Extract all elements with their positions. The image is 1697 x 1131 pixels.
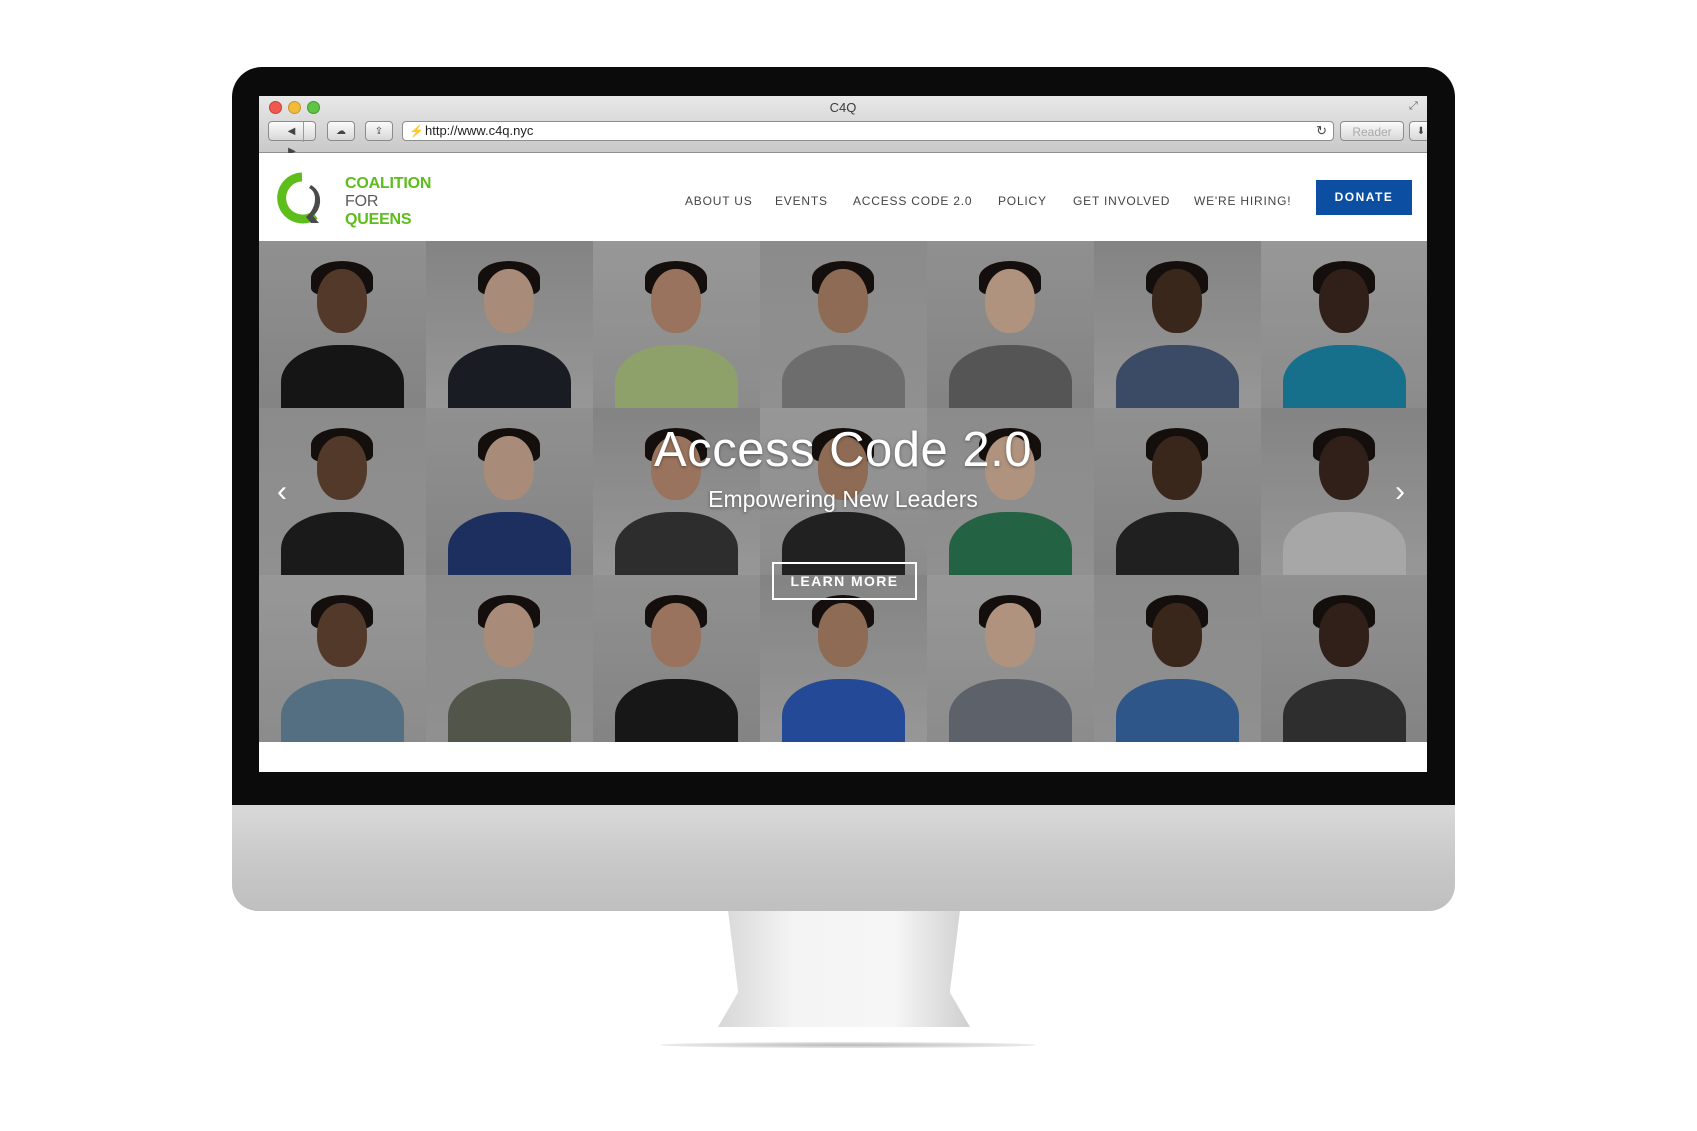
reader-button[interactable]: Reader <box>1340 121 1404 141</box>
monitor-mockup: C4Q ⤢ ◀▶ ☁ ⇪ ⚡ http://www.c4q.nyc ↻ Read… <box>0 0 1697 1131</box>
site-header: COALITION FOR QUEENS ABOUT US EVENTS ACC… <box>259 153 1427 241</box>
nav-hiring[interactable]: WE'RE HIRING! <box>1194 194 1291 208</box>
chevron-right-icon[interactable]: › <box>1395 477 1405 507</box>
reload-icon[interactable]: ↻ <box>1316 122 1327 140</box>
nav-about-us[interactable]: ABOUT US <box>685 194 753 208</box>
back-forward-buttons[interactable]: ◀▶ <box>268 121 316 157</box>
stand-shadow <box>660 1042 1036 1048</box>
nav-get-involved[interactable]: GET INVOLVED <box>1073 194 1170 208</box>
window-title: C4Q <box>829 100 857 115</box>
downloads-button[interactable]: ⬇ <box>1409 121 1427 141</box>
download-icon: ⬇ <box>1416 126 1426 137</box>
nav-policy[interactable]: POLICY <box>998 194 1047 208</box>
icloud-tabs-button[interactable]: ☁ <box>327 121 355 141</box>
donate-button[interactable]: DONATE <box>1316 180 1412 215</box>
nav-events[interactable]: EVENTS <box>775 194 828 208</box>
logo-line-3: QUEENS <box>345 211 412 228</box>
nav-access-code[interactable]: ACCESS CODE 2.0 <box>853 194 972 208</box>
cloud-icon: ☁ <box>336 126 346 137</box>
monitor-chin <box>232 805 1455 911</box>
logo-line-1: COALITION <box>345 175 432 192</box>
back-icon[interactable]: ◀ <box>280 122 304 142</box>
logo-line-2: FOR <box>345 193 379 210</box>
share-icon: ⇪ <box>374 126 384 137</box>
browser-window: C4Q ⤢ ◀▶ ☁ ⇪ ⚡ http://www.c4q.nyc ↻ Read… <box>259 96 1427 772</box>
browser-toolbar: C4Q ⤢ ◀▶ ☁ ⇪ ⚡ http://www.c4q.nyc ↻ Read… <box>259 96 1427 157</box>
share-button[interactable]: ⇪ <box>365 121 393 141</box>
learn-more-button[interactable]: LEARN MORE <box>772 562 917 600</box>
monitor-stand <box>718 911 970 1027</box>
hero-subtitle: Empowering New Leaders <box>708 486 978 512</box>
c4q-logo-icon[interactable] <box>275 171 329 225</box>
site-logo-text[interactable]: COALITION FOR QUEENS <box>345 175 431 229</box>
chevron-left-icon[interactable]: ‹ <box>277 477 287 507</box>
fullscreen-icon[interactable]: ⤢ <box>1409 100 1421 112</box>
url-text[interactable]: http://www.c4q.nyc <box>425 122 533 140</box>
hero-carousel: Access Code 2.0 Empowering New Leaders L… <box>259 241 1427 742</box>
address-bar[interactable]: ⚡ http://www.c4q.nyc ↻ <box>402 121 1334 141</box>
site-favicon-icon: ⚡ <box>409 124 424 138</box>
hero-title: Access Code 2.0 <box>654 423 1032 477</box>
